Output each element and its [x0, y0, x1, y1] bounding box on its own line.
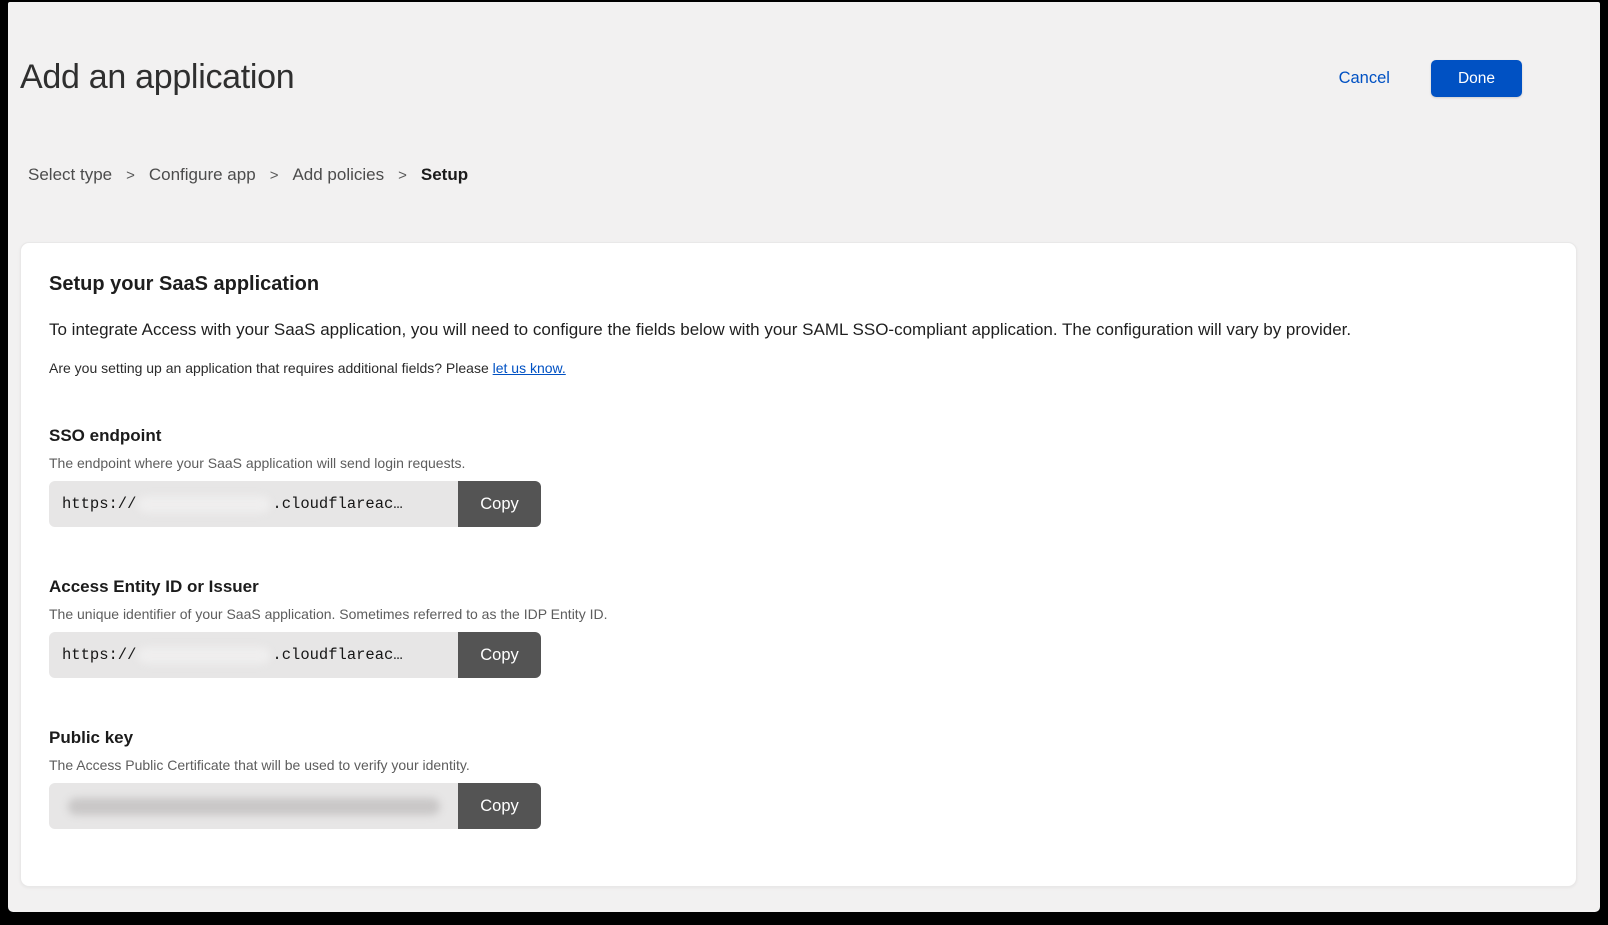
- card-note: Are you setting up an application that r…: [49, 360, 1546, 376]
- breadcrumb-add-policies[interactable]: Add policies: [292, 165, 384, 185]
- breadcrumb-configure-app[interactable]: Configure app: [149, 165, 256, 185]
- public-key-value-row: Copy: [49, 783, 541, 829]
- breadcrumb-separator: >: [126, 167, 135, 184]
- sso-endpoint-value[interactable]: https:// .cloudflareac…: [49, 481, 458, 527]
- page-header: Add an application Cancel Done: [8, 2, 1600, 97]
- done-button[interactable]: Done: [1431, 60, 1522, 97]
- cancel-button[interactable]: Cancel: [1339, 69, 1390, 88]
- field-description: The Access Public Certificate that will …: [49, 757, 1546, 773]
- copy-sso-endpoint-button[interactable]: Copy: [458, 481, 541, 527]
- field-label: Access Entity ID or Issuer: [49, 577, 1546, 597]
- field-sso-endpoint: SSO endpoint The endpoint where your Saa…: [49, 426, 1546, 527]
- value-suffix: .cloudflareac…: [272, 646, 402, 664]
- card-intro-text: To integrate Access with your SaaS appli…: [49, 320, 1546, 340]
- field-description: The unique identifier of your SaaS appli…: [49, 606, 1546, 622]
- breadcrumb-separator: >: [270, 167, 279, 184]
- value-prefix: https://: [62, 646, 136, 664]
- redacted-value-blur: [138, 647, 270, 664]
- field-public-key: Public key The Access Public Certificate…: [49, 728, 1546, 829]
- public-key-value[interactable]: [49, 783, 458, 829]
- entity-id-value-row: https:// .cloudflareac… Copy: [49, 632, 541, 678]
- redacted-value-blur: [138, 496, 270, 513]
- copy-public-key-button[interactable]: Copy: [458, 783, 541, 829]
- entity-id-value[interactable]: https:// .cloudflareac…: [49, 632, 458, 678]
- let-us-know-link[interactable]: let us know.: [493, 360, 566, 376]
- header-actions: Cancel Done: [1339, 60, 1522, 97]
- value-prefix: https://: [62, 495, 136, 513]
- field-label: Public key: [49, 728, 1546, 748]
- card-heading: Setup your SaaS application: [49, 273, 1546, 296]
- breadcrumb-setup-active: Setup: [421, 165, 468, 185]
- setup-card: Setup your SaaS application To integrate…: [20, 242, 1577, 887]
- field-label: SSO endpoint: [49, 426, 1546, 446]
- copy-entity-id-button[interactable]: Copy: [458, 632, 541, 678]
- value-suffix: .cloudflareac…: [272, 495, 402, 513]
- field-access-entity-id: Access Entity ID or Issuer The unique id…: [49, 577, 1546, 678]
- note-text: Are you setting up an application that r…: [49, 360, 493, 376]
- breadcrumb-separator: >: [398, 167, 407, 184]
- app-window: Add an application Cancel Done Select ty…: [8, 2, 1600, 912]
- redacted-value-blur: [68, 798, 440, 815]
- breadcrumb: Select type > Configure app > Add polici…: [28, 165, 1600, 185]
- field-description: The endpoint where your SaaS application…: [49, 455, 1546, 471]
- breadcrumb-select-type[interactable]: Select type: [28, 165, 112, 185]
- sso-endpoint-value-row: https:// .cloudflareac… Copy: [49, 481, 541, 527]
- page-title: Add an application: [20, 58, 294, 97]
